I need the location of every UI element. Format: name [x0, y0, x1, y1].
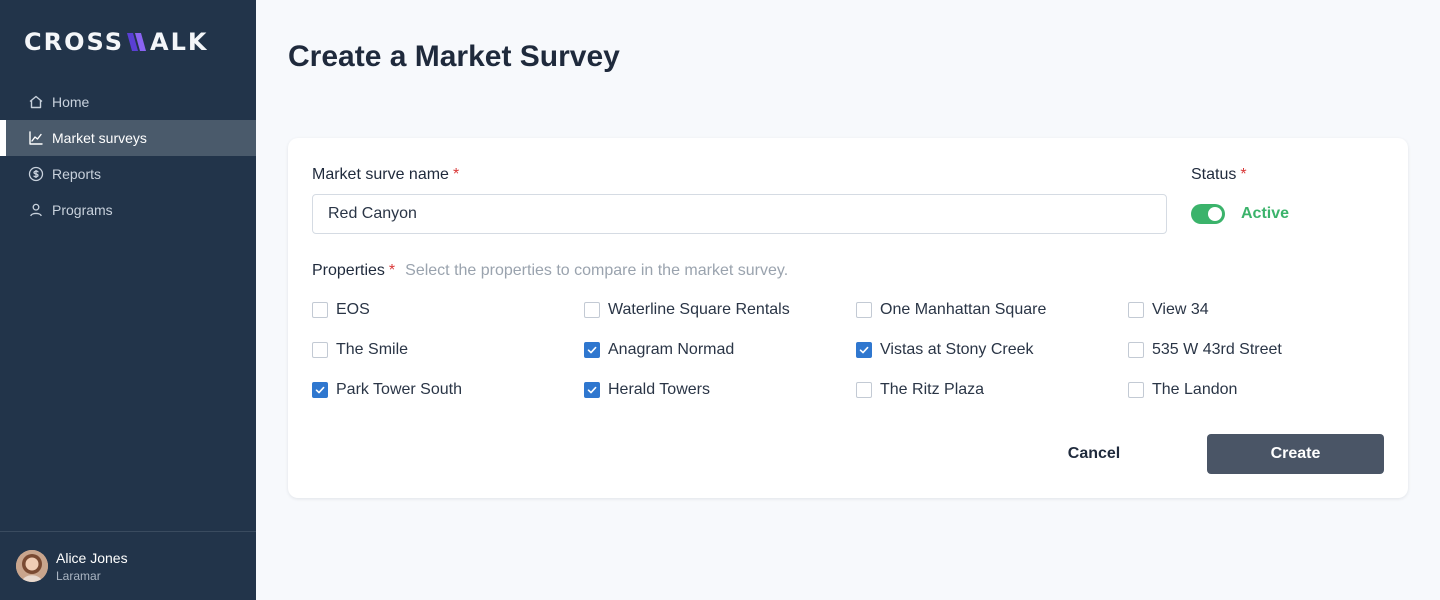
sidebar-item-label: Home	[52, 94, 90, 110]
properties-checkbox-grid: EOS Waterline Square Rentals One Manhattan…	[312, 298, 1384, 418]
property-label: The Smile	[336, 341, 409, 358]
status-field-label: Status *	[1191, 166, 1247, 184]
sidebar-item-home[interactable]: Home	[0, 84, 256, 120]
logo-text-right: ALK	[150, 28, 209, 56]
property-checkbox-item[interactable]: The Landon	[1128, 378, 1384, 402]
sidebar: CROSS ALK Home Market surveys Reports Pr…	[0, 0, 256, 600]
page-title: Create a Market Survey	[288, 40, 620, 73]
properties-hint: Select the properties to compare in the …	[405, 262, 789, 279]
required-asterisk: *	[388, 262, 396, 279]
property-label: Herald Towers	[608, 381, 710, 398]
survey-form-card: Market surve name* Status* Active Proper…	[288, 138, 1408, 498]
logo-text-left: CROSS	[24, 28, 124, 56]
checkmark-icon	[315, 386, 325, 394]
checkmark-icon	[859, 346, 869, 354]
sidebar-item-label: Reports	[52, 166, 102, 182]
property-label: Waterline Square Rentals	[608, 301, 790, 318]
checkbox-checked[interactable]	[584, 342, 600, 358]
checkbox-unchecked[interactable]	[1128, 342, 1144, 358]
properties-header: Properties * Select the properties to com…	[312, 262, 788, 280]
name-label-text: Market surve name	[312, 166, 449, 183]
crosswalk-logo[interactable]: CROSS ALK	[24, 28, 208, 56]
property-checkbox-item[interactable]: Park Tower South	[312, 378, 584, 402]
property-label: Park Tower South	[336, 381, 462, 398]
checkbox-checked[interactable]	[584, 382, 600, 398]
property-checkbox-item[interactable]: Herald Towers	[584, 378, 856, 402]
checkbox-unchecked[interactable]	[312, 342, 328, 358]
required-asterisk: *	[452, 166, 460, 183]
logo-mark	[125, 31, 149, 53]
checkbox-unchecked[interactable]	[1128, 382, 1144, 398]
property-checkbox-item[interactable]: 535 W 43rd Street	[1128, 338, 1384, 362]
sidebar-nav: Home Market surveys Reports Programs	[0, 84, 256, 228]
create-button[interactable]: Create	[1207, 434, 1384, 474]
sidebar-item-programs[interactable]: Programs	[0, 192, 256, 228]
checkbox-unchecked[interactable]	[584, 302, 600, 318]
sidebar-item-reports[interactable]: Reports	[0, 156, 256, 192]
checkbox-checked[interactable]	[312, 382, 328, 398]
checkbox-unchecked[interactable]	[312, 302, 328, 318]
property-checkbox-item[interactable]: Vistas at Stony Creek	[856, 338, 1128, 362]
toggle-knob	[1208, 207, 1222, 221]
survey-name-input[interactable]	[312, 194, 1167, 234]
name-field-label: Market surve name *	[312, 166, 459, 184]
sidebar-item-market-surveys[interactable]: Market surveys	[0, 120, 256, 156]
properties-label: Properties	[312, 262, 385, 279]
sidebar-item-label: Market surveys	[52, 130, 147, 146]
property-label: Vistas at Stony Creek	[880, 341, 1034, 358]
dollar-circle-icon	[28, 166, 44, 182]
property-label: One Manhattan Square	[880, 301, 1047, 318]
property-label: The Ritz Plaza	[880, 381, 985, 398]
property-label: Anagram Normad	[608, 341, 735, 358]
status-toggle[interactable]	[1191, 204, 1225, 224]
status-value: Active	[1241, 205, 1290, 222]
user-organization: Laramar	[56, 568, 101, 583]
avatar	[16, 550, 48, 582]
property-label: View 34	[1152, 301, 1209, 318]
home-icon	[28, 94, 44, 110]
checkbox-checked[interactable]	[856, 342, 872, 358]
property-label: 535 W 43rd Street	[1152, 341, 1282, 358]
property-checkbox-item[interactable]: The Ritz Plaza	[856, 378, 1128, 402]
user-profile[interactable]: Alice Jones Laramar	[0, 531, 256, 600]
user-icon	[28, 202, 44, 218]
user-name: Alice Jones	[56, 549, 128, 566]
property-checkbox-item[interactable]: Waterline Square Rentals	[584, 298, 856, 322]
sidebar-item-label: Programs	[52, 202, 113, 218]
cancel-button[interactable]: Cancel	[1047, 434, 1141, 474]
property-checkbox-item[interactable]: EOS	[312, 298, 584, 322]
checkbox-unchecked[interactable]	[856, 302, 872, 318]
checkmark-icon	[587, 346, 597, 354]
property-label: The Landon	[1152, 381, 1238, 398]
chart-line-icon	[28, 130, 44, 146]
checkbox-unchecked[interactable]	[856, 382, 872, 398]
property-checkbox-item[interactable]: One Manhattan Square	[856, 298, 1128, 322]
property-checkbox-item[interactable]: View 34	[1128, 298, 1384, 322]
status-label-text: Status	[1191, 166, 1237, 183]
checkbox-unchecked[interactable]	[1128, 302, 1144, 318]
property-checkbox-item[interactable]: The Smile	[312, 338, 584, 362]
property-label: EOS	[336, 301, 370, 318]
required-asterisk: *	[1240, 166, 1247, 183]
checkmark-icon	[587, 386, 597, 394]
property-checkbox-item[interactable]: Anagram Normad	[584, 338, 856, 362]
